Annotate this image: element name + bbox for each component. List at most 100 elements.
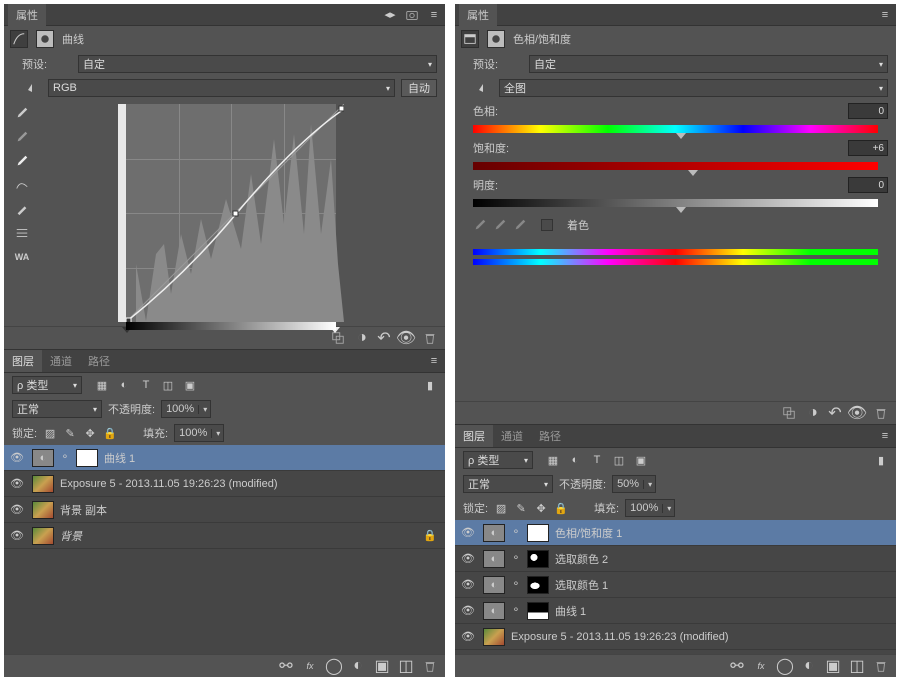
lock-transparent-icon[interactable]: ▨ [43,426,57,440]
layer-row[interactable]: 👁背景 副本 [4,497,445,523]
lock-position-icon[interactable]: ✥ [83,426,97,440]
eyedropper-minus-icon[interactable] [513,218,527,232]
layer-thumb[interactable]: ◐ [483,524,505,542]
filter-shape-icon[interactable]: ◫ [160,378,176,392]
layer-thumb[interactable]: ◐ [483,576,505,594]
curves-graph[interactable] [118,104,336,322]
properties-tab[interactable]: 属性 [8,4,46,26]
visibility-toggle-icon[interactable]: 👁 [459,630,477,643]
filter-pixel-icon[interactable]: ▦ [545,453,561,467]
visibility-toggle-icon[interactable]: 👁 [8,503,26,516]
filter-type-icon[interactable]: T [138,378,154,392]
filter-toggle-icon[interactable]: ▮ [423,378,437,392]
mask-icon[interactable] [487,30,505,48]
blend-mode-select[interactable]: 正常▾ [463,475,553,493]
filter-smart-icon[interactable]: ▣ [633,453,649,467]
eyedropper-gray-icon[interactable] [15,130,29,144]
group-icon[interactable]: ▣ [826,659,840,673]
opacity-input[interactable]: 100%▾ [161,400,211,418]
layer-thumb[interactable]: ◐ [483,550,505,568]
filter-kind-select[interactable]: ρ 类型▾ [12,376,82,394]
prev-state-icon[interactable]: ◑ [806,406,820,420]
filter-kind-select[interactable]: ρ 类型▾ [463,451,533,469]
layer-thumb[interactable] [32,475,54,493]
saturation-slider[interactable] [473,162,878,170]
link-layers-icon[interactable]: ⚯ [279,659,293,673]
visibility-toggle-icon[interactable]: 👁 [459,526,477,539]
tab-paths[interactable]: 路径 [80,350,118,372]
tab-layers[interactable]: 图层 [4,350,42,372]
panel-menu-icon[interactable]: ≡ [427,8,441,22]
mask-add-icon[interactable]: ◯ [327,659,341,673]
layer-thumb[interactable] [483,628,505,646]
lock-pixels-icon[interactable]: ✎ [514,501,528,515]
clip-icon[interactable]: WA [15,250,29,264]
blend-mode-select[interactable]: 正常▾ [12,400,102,418]
filter-adjust-icon[interactable]: ◐ [116,378,132,392]
layer-thumb[interactable] [32,501,54,519]
group-icon[interactable]: ▣ [375,659,389,673]
tab-channels[interactable]: 通道 [42,350,80,372]
layer-thumb[interactable]: ◐ [32,449,54,467]
colorize-checkbox[interactable] [541,219,553,231]
smooth-icon[interactable] [15,226,29,240]
visibility-toggle-icon[interactable]: 👁 [459,552,477,565]
layer-row[interactable]: 👁◐⚬选取颜色 1 [455,572,896,598]
trash-icon[interactable] [874,659,888,673]
trash-icon[interactable] [423,331,437,345]
curves-draw-icon[interactable] [15,178,29,192]
hue-slider[interactable] [473,125,878,133]
layer-row[interactable]: 👁Exposure 5 - 2013.11.05 19:26:23 (modif… [4,471,445,497]
double-arrow-icon[interactable]: ◂▸ [383,8,397,22]
pencil-icon[interactable] [15,202,29,216]
visibility-toggle-icon[interactable]: 👁 [8,529,26,542]
trash-icon[interactable] [423,659,437,673]
adjustment-add-icon[interactable]: ◐ [802,659,816,673]
link-layers-icon[interactable]: ⚯ [730,659,744,673]
layer-mask-thumb[interactable] [527,602,549,620]
hue-value[interactable]: 0 [848,103,888,119]
visibility-toggle-icon[interactable]: 👁 [8,451,26,464]
panel-menu-icon[interactable]: ≡ [427,354,441,368]
layer-row[interactable]: 👁◐⚬色相/饱和度 1 [455,520,896,546]
panel-menu-icon[interactable]: ≡ [878,8,892,22]
layer-row[interactable]: 👁◐⚬选取颜色 2 [455,546,896,572]
layer-thumb[interactable]: ◐ [483,602,505,620]
layer-mask-thumb[interactable] [76,449,98,467]
tab-channels[interactable]: 通道 [493,425,531,447]
reset-icon[interactable]: ↶ [377,331,391,345]
finger-icon[interactable] [473,81,493,95]
tab-paths[interactable]: 路径 [531,425,569,447]
trash-icon[interactable] [874,406,888,420]
filter-adjust-icon[interactable]: ◐ [567,453,583,467]
layer-mask-thumb[interactable] [527,524,549,542]
filter-shape-icon[interactable]: ◫ [611,453,627,467]
filter-type-icon[interactable]: T [589,453,605,467]
preset-select[interactable]: 自定▾ [529,55,888,73]
layer-mask-thumb[interactable] [527,576,549,594]
preset-select[interactable]: 自定▾ [78,55,437,73]
prev-state-icon[interactable]: ◑ [355,331,369,345]
channel-select[interactable]: RGB▾ [48,79,395,97]
layer-row[interactable]: 👁◐⚬曲线 1 [4,445,445,471]
lightness-value[interactable]: 0 [848,177,888,193]
eyedropper-plus-icon[interactable] [493,218,507,232]
layer-row[interactable]: 👁◐⚬曲线 1 [455,598,896,624]
eyedropper-icon[interactable] [473,218,487,232]
finger-icon[interactable] [22,81,42,95]
layer-row[interactable]: 👁Exposure 5 - 2013.11.05 19:26:23 (modif… [455,624,896,650]
visibility-toggle-icon[interactable]: 👁 [459,578,477,591]
lock-all-icon[interactable]: 🔒 [554,501,568,515]
filter-pixel-icon[interactable]: ▦ [94,378,110,392]
new-layer-icon[interactable]: ◫ [850,659,864,673]
opacity-input[interactable]: 50%▾ [612,475,656,493]
fx-icon[interactable]: fx [303,659,317,673]
layer-row[interactable]: 👁背景🔒 [4,523,445,549]
visibility-toggle-icon[interactable]: 👁 [459,604,477,617]
filter-toggle-icon[interactable]: ▮ [874,453,888,467]
saturation-value[interactable]: +6 [848,140,888,156]
fx-icon[interactable]: fx [754,659,768,673]
tab-layers[interactable]: 图层 [455,425,493,447]
lightness-slider[interactable] [473,199,878,207]
visibility-icon[interactable]: 👁 [850,406,864,420]
